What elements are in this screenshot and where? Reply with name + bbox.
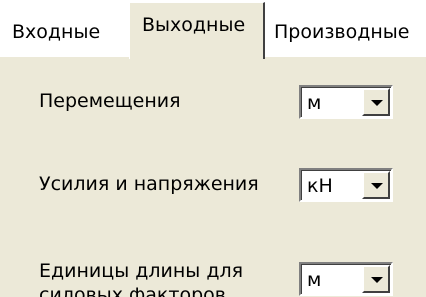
tab-input[interactable]: Входные — [4, 12, 134, 57]
length-units-value: м — [307, 269, 322, 291]
displacements-unit-value: м — [307, 92, 322, 114]
units-settings-panel: Входные Выходные Производные Перемещения… — [0, 0, 426, 297]
length-units-dropdown-button[interactable] — [362, 265, 390, 293]
displacements-unit-select[interactable]: м — [299, 85, 393, 119]
displacements-dropdown-button[interactable] — [362, 88, 390, 116]
tab-derived[interactable]: Производные — [268, 12, 426, 57]
displacements-label: Перемещения — [39, 90, 181, 112]
length-units-select[interactable]: м — [299, 262, 393, 296]
chevron-down-icon — [371, 277, 383, 283]
length-units-label-line1: Единицы длины для — [39, 260, 244, 282]
chevron-down-icon — [371, 100, 383, 106]
tab-strip: Входные Выходные Производные — [0, 0, 426, 59]
forces-stresses-unit-value: кН — [307, 175, 333, 197]
length-units-label-line2: силовых факторов — [39, 284, 226, 297]
forces-stresses-label: Усилия и напряжения — [39, 173, 259, 195]
forces-stresses-dropdown-button[interactable] — [362, 171, 390, 199]
tab-output[interactable]: Выходные — [129, 2, 265, 59]
chevron-down-icon — [371, 183, 383, 189]
forces-stresses-unit-select[interactable]: кН — [299, 168, 393, 202]
